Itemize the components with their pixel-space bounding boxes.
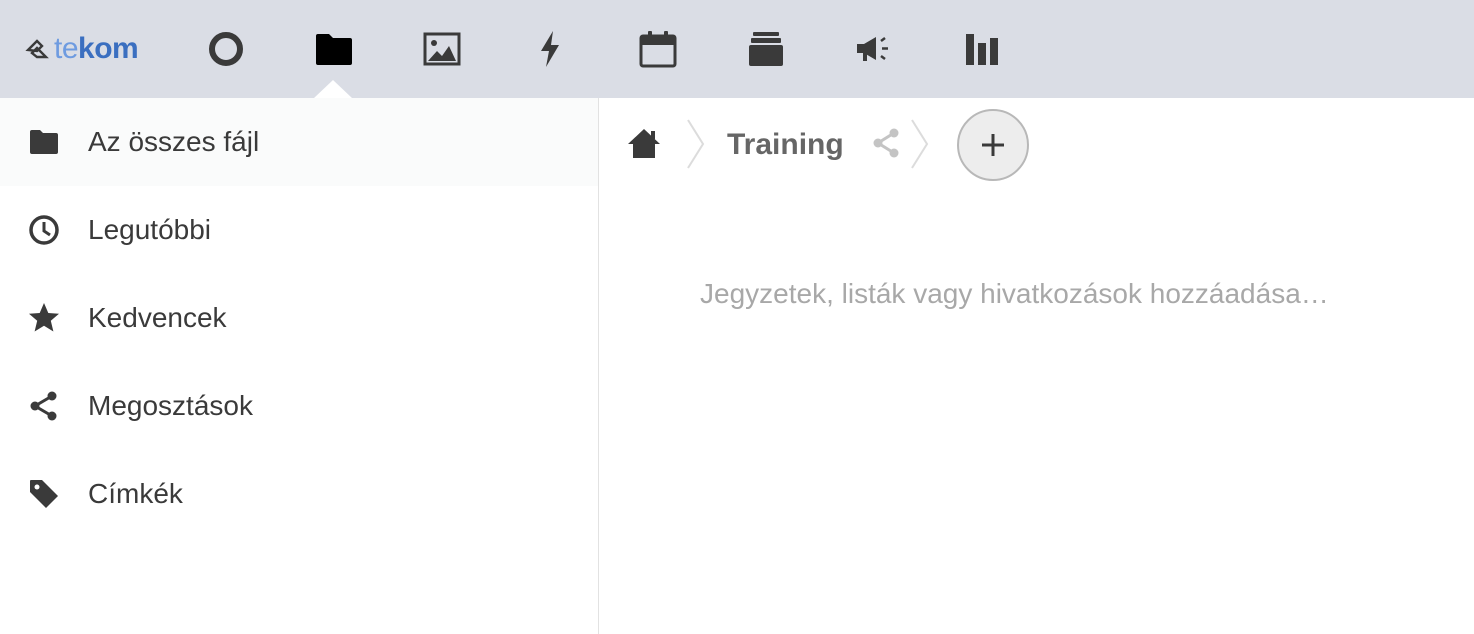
sidebar-item-label: Kedvencek	[88, 302, 227, 333]
sidebar-item-label: Az összes fájl	[88, 126, 260, 157]
app-announcements[interactable]	[849, 24, 899, 74]
home-icon[interactable]	[626, 127, 662, 159]
sidebar-item-recent[interactable]: Legutóbbi	[0, 186, 598, 274]
app-deck[interactable]	[741, 24, 791, 74]
app-activity[interactable]	[525, 24, 575, 74]
top-header: tekom	[0, 0, 1474, 98]
sidebar-item-all-files[interactable]: Az összes fájl	[0, 98, 598, 186]
tekom-logo-icon	[25, 39, 49, 59]
tag-icon	[28, 478, 60, 510]
sidebar-item-label: Címkék	[88, 478, 183, 509]
rich-workspace-placeholder[interactable]: Jegyzetek, listák vagy hivatkozások hozz…	[700, 278, 1329, 310]
logo-text: tekom	[54, 32, 139, 65]
clock-icon	[28, 214, 60, 246]
share-icon	[28, 390, 60, 422]
circle-icon	[209, 32, 243, 66]
sidebar-item-favorites[interactable]: Kedvencek	[0, 274, 598, 362]
app-dashboard[interactable]	[201, 24, 251, 74]
lightning-icon	[541, 31, 559, 67]
megaphone-icon	[857, 37, 888, 61]
logo[interactable]: tekom	[24, 30, 139, 68]
deck-icon	[749, 32, 783, 66]
share-icon[interactable]	[870, 127, 902, 159]
breadcrumb-separator	[687, 119, 705, 169]
app-photos[interactable]	[417, 24, 467, 74]
sidebar: Az összes fájl Legutóbbi Kedvencek Megos…	[0, 98, 599, 634]
sidebar-item-tags[interactable]: Címkék	[0, 450, 598, 538]
app-calendar[interactable]	[633, 24, 683, 74]
app-files[interactable]	[309, 24, 359, 74]
sidebar-item-label: Legutóbbi	[88, 214, 212, 245]
image-icon	[423, 32, 461, 66]
breadcrumb-folder[interactable]: Training	[727, 128, 844, 162]
plus-icon	[982, 134, 1004, 156]
sidebar-item-label: Megosztások	[88, 390, 253, 421]
folder-icon	[316, 34, 352, 65]
breadcrumb-separator	[911, 119, 929, 169]
folder-icon	[28, 126, 60, 158]
bar-chart-icon	[966, 34, 998, 65]
calendar-icon	[639, 31, 677, 68]
main-content: Training Jegyzetek, listák vagy hivatkoz…	[600, 98, 1474, 634]
star-icon	[28, 302, 60, 334]
app-analytics[interactable]	[957, 24, 1007, 74]
sidebar-item-shares[interactable]: Megosztások	[0, 362, 598, 450]
add-new-button[interactable]	[957, 109, 1029, 181]
active-app-indicator	[314, 80, 352, 98]
